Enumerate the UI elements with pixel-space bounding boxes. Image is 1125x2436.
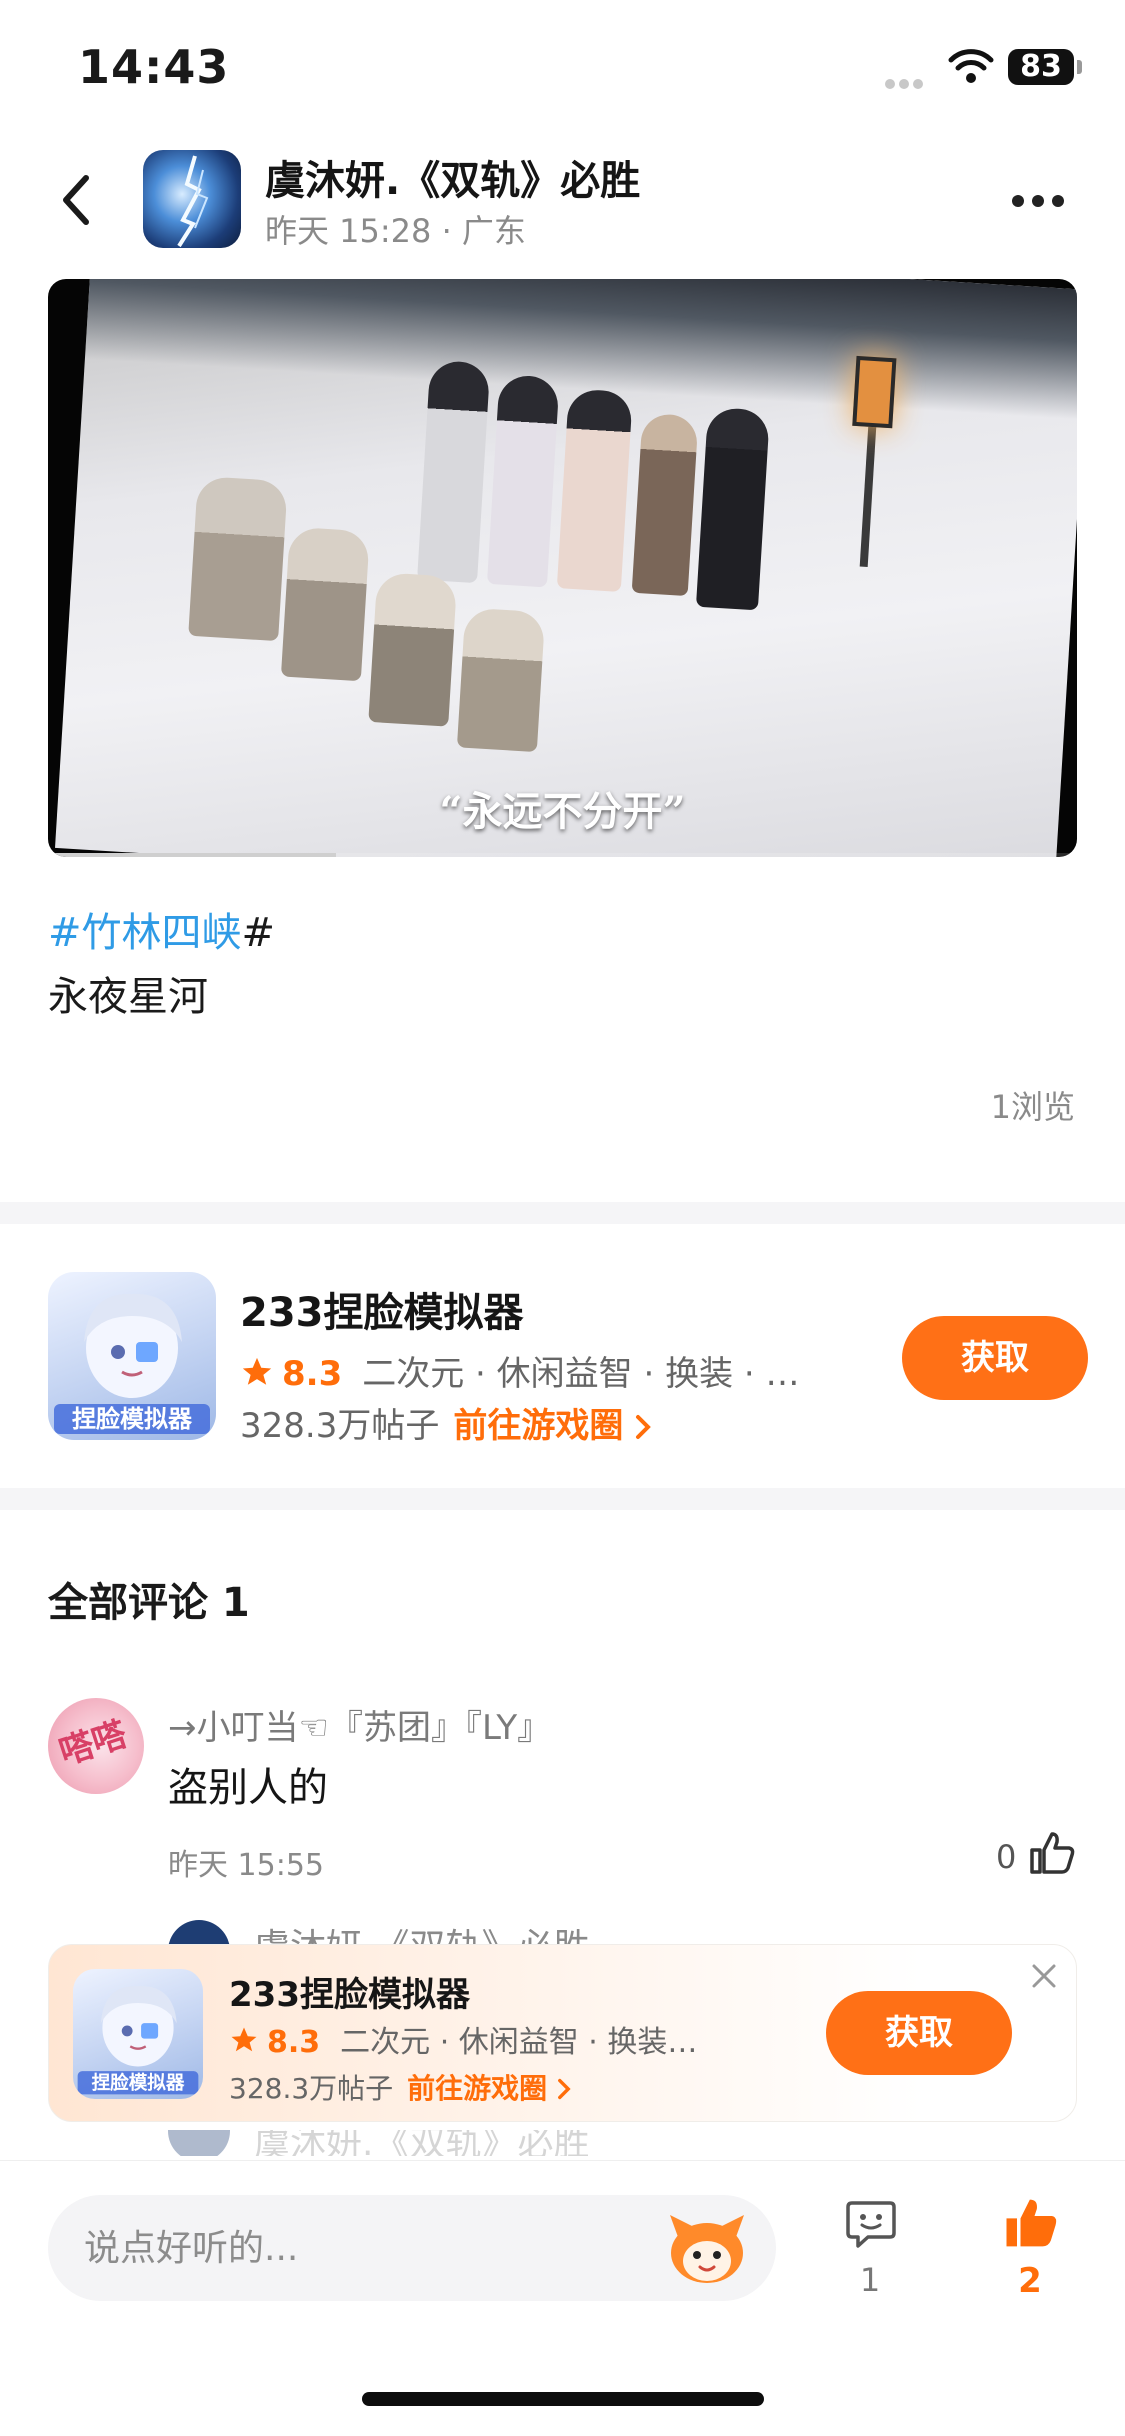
topic-hash: # [241, 910, 276, 956]
section-divider [0, 1488, 1125, 1510]
post-meta: 昨天 15:28 · 广东 [265, 206, 526, 252]
chevron-right-icon [636, 1415, 652, 1439]
thumbs-up-icon[interactable] [1028, 1830, 1076, 1876]
floating-game-promo[interactable]: 捏脸模拟器 233捏脸模拟器 8.3 二次元 · 休闲益智 · 换装… 328.3… [48, 1944, 1077, 2122]
author-avatar[interactable] [143, 150, 241, 248]
svg-text:捏脸模拟器: 捏脸模拟器 [72, 1405, 193, 1433]
wifi-icon [948, 49, 994, 83]
post-body: 永夜星河 [48, 974, 208, 1020]
star-icon [242, 1357, 272, 1385]
get-game-button[interactable]: 获取 [902, 1316, 1088, 1400]
promo-posts-row: 328.3万帖子 前往游戏圈 [229, 2067, 571, 2107]
avatar-text: 嗒嗒 [54, 1714, 132, 1774]
promo-game-name[interactable]: 233捏脸模拟器 [229, 1967, 470, 2016]
battery-indicator: 83 [1008, 49, 1074, 85]
promo-circle-link[interactable]: 前往游戏圈 [407, 2072, 571, 2105]
topic-tag[interactable]: #竹林四峡# [48, 900, 275, 958]
video-progress-fill [48, 853, 337, 857]
back-arrow-icon[interactable] [56, 170, 96, 230]
close-icon[interactable] [1029, 1961, 1059, 1991]
signal-icon [885, 74, 935, 89]
reply-avatar-2 [168, 2130, 230, 2156]
post-location: 广东 [461, 212, 526, 250]
reply-preview-name-2: 虞沐妍.《双轨》必胜 [254, 2130, 588, 2156]
game-circle-link[interactable]: 前往游戏圈 [453, 1406, 652, 1446]
author-name[interactable]: 虞沐妍.《双轨》必胜 [265, 148, 640, 206]
game-rating-row: 8.3 二次元 · 休闲益智 · 换装 · … [240, 1346, 850, 1395]
game-circle-link-label[interactable]: 前往游戏圈 [453, 1406, 623, 1446]
video-player[interactable]: “永远不分开” [48, 279, 1077, 857]
game-icon[interactable]: 捏脸模拟器 [48, 1272, 216, 1440]
game-tags: 二次元 · 休闲益智 · 换装 · … [362, 1354, 800, 1394]
game-posts-count: 328.3万帖子 [240, 1406, 440, 1446]
video-caption: “永远不分开” [439, 788, 686, 835]
promo-posts-count: 328.3万帖子 [229, 2072, 394, 2105]
topic-label[interactable]: #竹林四峡 [48, 910, 242, 956]
commenter-name[interactable]: →小叮当☜『苏团』『LY』 [168, 1700, 551, 1749]
video-progress-bar[interactable] [48, 853, 1077, 857]
promo-rating-row: 8.3 二次元 · 休闲益智 · 换装… [229, 2017, 829, 2061]
game-posts-row: 328.3万帖子 前往游戏圈 [240, 1398, 652, 1447]
comment-time: 昨天 15:55 [168, 1848, 324, 1883]
promo-circle-link-label[interactable]: 前往游戏圈 [407, 2072, 547, 2105]
home-indicator [362, 2392, 764, 2406]
comment-icon[interactable] [844, 2197, 898, 2251]
thumbs-up-filled-icon[interactable] [1003, 2195, 1059, 2251]
chevron-right-icon [558, 2078, 571, 2100]
promo-game-icon[interactable]: 捏脸模拟器 [73, 1969, 203, 2099]
promo-rating: 8.3 [267, 2025, 321, 2060]
game-rating: 8.3 [282, 1354, 343, 1394]
status-bar: 14:43 83 [0, 0, 1125, 130]
comment-like-count: 0 [996, 1838, 1017, 1876]
promo-get-button[interactable]: 获取 [826, 1991, 1012, 2075]
post-header: 虞沐妍.《双轨》必胜 昨天 15:28 · 广东 [0, 140, 1125, 260]
comments-title: 全部评论 1 [48, 1580, 250, 1626]
status-time: 14:43 [78, 40, 230, 94]
comment-input-box[interactable] [48, 2195, 776, 2301]
comment-text: 盗别人的 [168, 1765, 328, 1811]
comment-count: 1 [859, 2261, 881, 2299]
more-options-icon[interactable] [1012, 192, 1072, 208]
promo-tags: 二次元 · 休闲益智 · 换装… [340, 2025, 698, 2060]
meta-separator: · [441, 212, 452, 250]
star-icon [231, 2027, 257, 2052]
section-divider [0, 1202, 1125, 1224]
game-card[interactable]: 捏脸模拟器 233捏脸模拟器 8.3 二次元 · 休闲益智 · 换装 · … 32… [0, 1246, 1125, 1486]
view-count: 1浏览 [990, 1088, 1075, 1126]
commenter-avatar[interactable]: 嗒嗒 [48, 1698, 144, 1794]
video-frame [55, 279, 1077, 857]
emoji-mascot-icon[interactable] [664, 2207, 750, 2289]
comment-input[interactable] [84, 2215, 644, 2281]
reply-preview-2: 虞沐妍.《双轨》必胜 [168, 2130, 588, 2156]
game-name[interactable]: 233捏脸模拟器 [240, 1280, 524, 1338]
svg-text:捏脸模拟器: 捏脸模拟器 [92, 2072, 185, 2094]
like-count: 2 [1018, 2261, 1042, 2301]
post-time: 昨天 15:28 [265, 212, 432, 250]
battery-tip [1077, 60, 1082, 74]
